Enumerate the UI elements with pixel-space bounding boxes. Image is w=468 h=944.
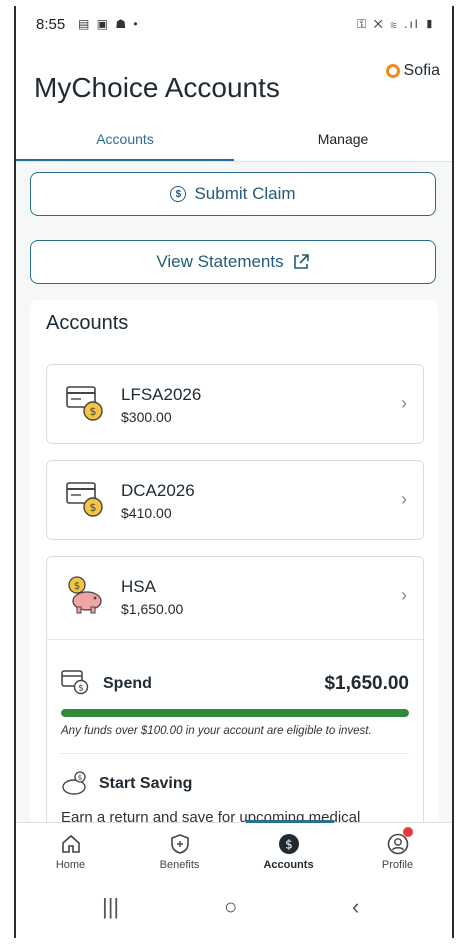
phone-screen: 8:55 ▤ ▣ ☗ • ⚿ ✕ ≋ .ıl ▮ MyChoice Accoun…	[14, 6, 454, 938]
bottom-navigation: Home Benefits $ Accounts Profile	[16, 820, 452, 881]
system-status-icons: ⚿ ✕ ≋ .ıl ▮	[357, 17, 436, 31]
sofia-assistant-button[interactable]: Sofia	[385, 62, 440, 80]
nav-accounts-label: Accounts	[263, 859, 314, 871]
dollar-circle-icon: $	[170, 186, 187, 202]
back-button[interactable]: ‹	[352, 894, 359, 920]
nav-benefits-label: Benefits	[159, 859, 200, 871]
spend-progress-bar	[61, 709, 409, 717]
spend-label: Spend	[103, 675, 152, 692]
piggy-coin-icon: $	[62, 771, 86, 795]
invest-eligibility-note: Any funds over $100.00 in your account a…	[61, 725, 372, 737]
recents-button[interactable]: |||	[102, 894, 119, 920]
card-coin-icon: $	[66, 386, 103, 421]
section-divider	[61, 753, 409, 754]
chevron-right-icon: ›	[401, 489, 407, 509]
notification-icons: ▤ ▣ ☗ •	[78, 17, 140, 31]
shield-icon	[171, 834, 189, 854]
external-link-icon	[293, 254, 309, 269]
view-statements-label: View Statements	[156, 252, 284, 271]
svg-text:$: $	[74, 581, 80, 592]
account-balance: $410.00	[121, 505, 172, 521]
account-card-lfsa[interactable]: $ LFSA2026 $300.00 ›	[46, 364, 424, 444]
sofia-label: Sofia	[403, 62, 440, 79]
account-card-dca[interactable]: $ DCA2026 $410.00 ›	[46, 460, 424, 540]
spend-progress-fill	[61, 709, 409, 717]
svg-text:$: $	[90, 405, 97, 418]
nav-home-label: Home	[55, 859, 86, 871]
piggy-bank-icon: $	[68, 576, 102, 614]
spend-value: $1,650.00	[324, 673, 409, 694]
dollar-icon: $	[279, 834, 299, 854]
accounts-heading: Accounts	[46, 312, 129, 334]
home-icon	[62, 834, 80, 853]
submit-claim-button[interactable]: $ Submit Claim	[30, 172, 436, 216]
tab-manage[interactable]: Manage	[234, 122, 452, 162]
svg-text:$: $	[285, 838, 293, 852]
svg-text:$: $	[78, 684, 84, 694]
hsa-summary-row[interactable]: $ HSA $1,650.00 ›	[47, 557, 423, 639]
chevron-right-icon: ›	[401, 585, 407, 605]
nav-home[interactable]: Home	[16, 823, 125, 881]
tab-bar: Accounts Manage	[16, 122, 452, 162]
accounts-panel: Accounts $ LFSA2026 $300.00 › $ DCA2026 …	[30, 300, 438, 860]
nav-profile-label: Profile	[381, 859, 414, 871]
tab-divider	[16, 161, 452, 162]
nav-benefits[interactable]: Benefits	[125, 823, 234, 881]
account-balance: $1,650.00	[121, 601, 184, 617]
account-name: HSA	[121, 577, 156, 596]
account-name: LFSA2026	[121, 385, 202, 404]
card-coin-icon: $	[66, 482, 103, 517]
svg-text:$: $	[78, 774, 82, 782]
account-card-hsa: $ HSA $1,650.00 › $ Spend $1,650.00 Any …	[46, 556, 424, 856]
view-statements-button[interactable]: View Statements	[30, 240, 436, 284]
nav-accounts[interactable]: $ Accounts	[234, 823, 343, 881]
status-bar: 8:55 ▤ ▣ ☗ • ⚿ ✕ ≋ .ıl ▮	[16, 6, 452, 42]
sofia-logo-icon	[385, 64, 400, 78]
wallet-coin-icon: $	[61, 670, 89, 695]
svg-text:$: $	[90, 501, 97, 514]
chevron-right-icon: ›	[401, 393, 407, 413]
nav-profile[interactable]: Profile	[343, 823, 452, 881]
start-saving-label: Start Saving	[99, 775, 193, 792]
submit-claim-label: Submit Claim	[194, 184, 296, 203]
account-balance: $300.00	[121, 409, 172, 425]
page-title: MyChoice Accounts	[34, 72, 280, 103]
card-divider	[47, 639, 423, 640]
app-header: MyChoice Accounts Sofia Accounts Manage	[16, 42, 452, 162]
tab-accounts[interactable]: Accounts	[16, 122, 234, 162]
home-button[interactable]: ○	[224, 894, 237, 920]
account-name: DCA2026	[121, 481, 195, 500]
system-navigation-bar: ||| ○ ‹	[16, 880, 452, 938]
notification-badge	[403, 827, 413, 837]
status-time: 8:55	[36, 16, 66, 33]
